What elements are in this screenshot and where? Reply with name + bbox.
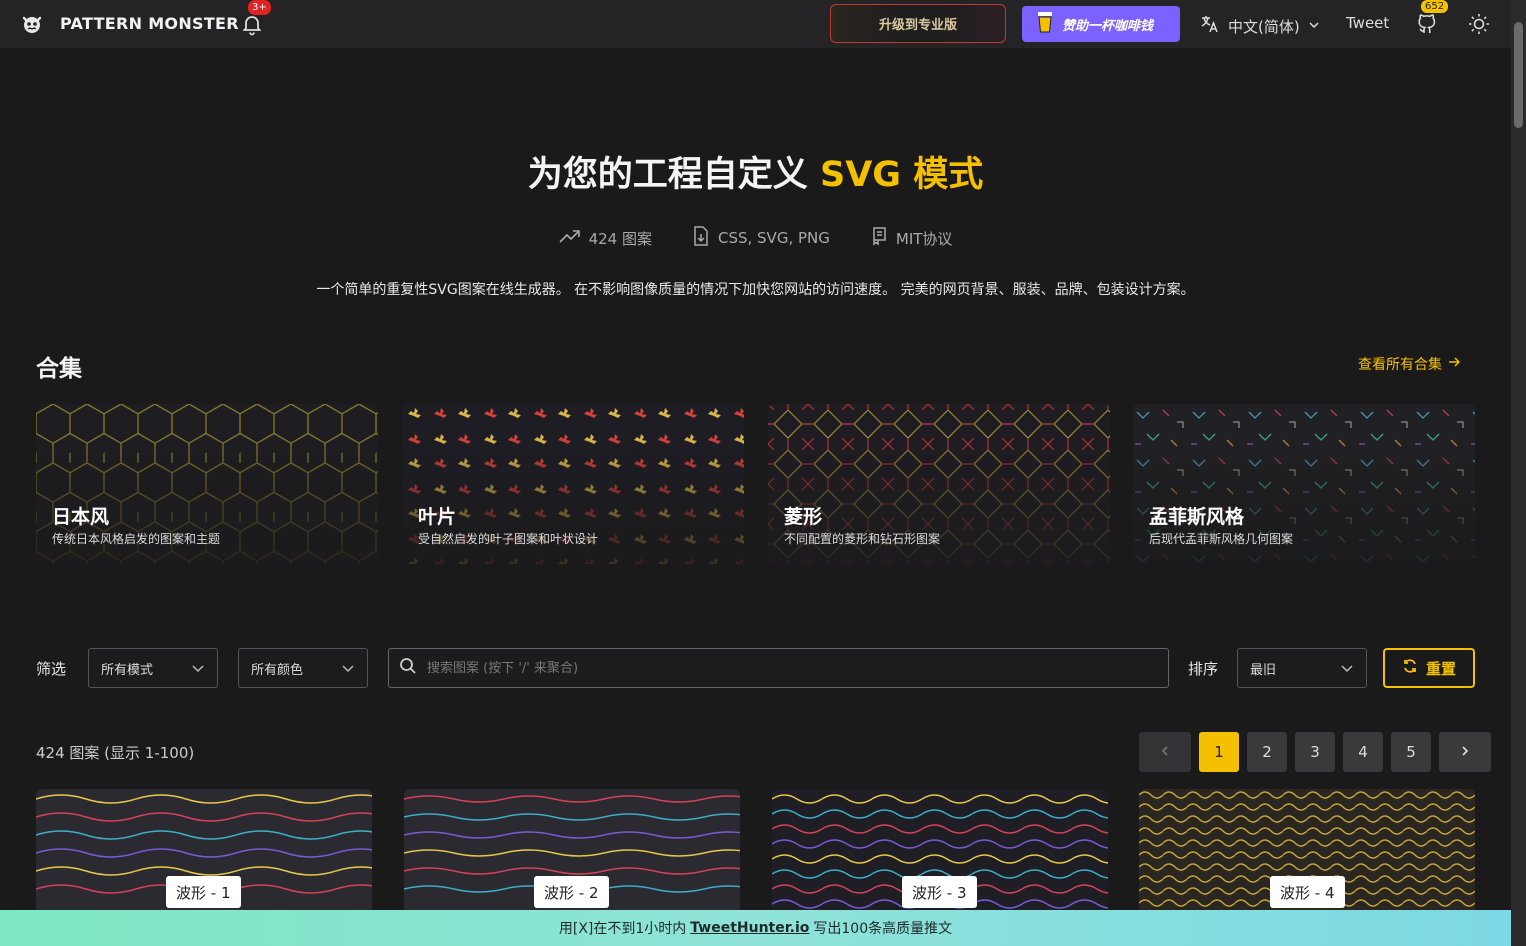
license-icon (870, 226, 888, 250)
next-page-button[interactable] (1439, 732, 1491, 772)
collection-subtitle: 传统日本风格启发的图案和主题 (52, 532, 221, 546)
stat-formats: CSS, SVG, PNG (692, 226, 830, 250)
github-icon[interactable] (1416, 12, 1438, 40)
buy-coffee-button[interactable]: 赞助一杯咖啡钱 (1022, 6, 1180, 42)
arrow-right-icon (1448, 356, 1461, 372)
banner-prefix: 用[X]在不到1小时内 (558, 921, 687, 937)
collection-subtitle: 不同配置的菱形和钻石形图案 (784, 532, 941, 546)
chevron-down-icon (1308, 17, 1320, 35)
stat-license-label: MIT协议 (895, 229, 953, 248)
refresh-icon (1402, 658, 1418, 678)
sort-select[interactable]: 最旧 (1237, 648, 1367, 688)
collection-subtitle: 后现代孟菲斯风格几何图案 (1149, 532, 1294, 546)
title-main: 为您的工程自定义 (527, 155, 820, 195)
tweet-link[interactable]: Tweet (1346, 14, 1389, 32)
see-all-collections-link[interactable]: 查看所有合集 (1358, 354, 1461, 374)
stat-patterns-label: 424 图案 (588, 229, 652, 248)
mode-select[interactable]: 所有模式 (88, 648, 218, 688)
collection-card-rhombus[interactable]: 菱形 不同配置的菱形和钻石形图案 (768, 404, 1110, 564)
page-button-5[interactable]: 5 (1391, 732, 1431, 772)
search-icon (399, 657, 417, 679)
color-select[interactable]: 所有颜色 (238, 648, 368, 688)
collection-title: 菱形 (784, 506, 823, 528)
sun-icon[interactable] (1467, 12, 1491, 40)
pattern-card-label: 波形 - 2 (534, 876, 609, 908)
promo-banner: 用[X]在不到1小时内 TweetHunter.io 写出100条高质量推文 (0, 910, 1511, 946)
search-input[interactable] (427, 660, 1127, 676)
collection-card-memphis[interactable]: 孟菲斯风格 后现代孟菲斯风格几何图案 (1133, 404, 1475, 564)
title-accent: SVG 模式 (819, 155, 984, 195)
chevron-down-icon (1340, 661, 1354, 679)
notification-badge: 3+ (248, 0, 271, 15)
chevron-left-icon (1159, 743, 1171, 761)
stat-formats-label: CSS, SVG, PNG (717, 229, 830, 247)
pattern-card-label: 波形 - 1 (166, 876, 241, 908)
chevron-down-icon (191, 661, 205, 679)
filter-label: 筛选 (36, 660, 67, 678)
reset-button[interactable]: 重置 (1383, 648, 1475, 688)
file-download-icon (692, 226, 710, 250)
pattern-card-label: 波形 - 3 (902, 876, 977, 908)
coffee-label: 赞助一杯咖啡钱 (1062, 18, 1154, 34)
monster-logo-icon[interactable] (20, 12, 44, 36)
scrollbar-thumb[interactable] (1514, 22, 1523, 128)
sort-select-value: 最旧 (1250, 662, 1277, 678)
page-button-4[interactable]: 4 (1343, 732, 1383, 772)
search-box[interactable] (388, 648, 1169, 688)
collection-subtitle: 受自然启发的叶子图案和叶状设计 (418, 532, 599, 546)
language-label: 中文(简体) (1228, 17, 1300, 36)
collection-title: 叶片 (418, 506, 457, 528)
chevron-down-icon (341, 661, 355, 679)
hero-description: 一个简单的重复性SVG图案在线生成器。 在不影响图像质量的情况下加快您网站的访问… (316, 282, 1195, 298)
page-button-2[interactable]: 2 (1247, 732, 1287, 772)
results-count: 424 图案 (显示 1-100) (36, 744, 195, 762)
notification-bell-icon[interactable] (240, 12, 264, 40)
coffee-cup-icon (1036, 11, 1054, 37)
see-all-label: 查看所有合集 (1358, 357, 1442, 373)
stat-license: MIT协议 (870, 226, 953, 250)
page-title: 为您的工程自定义 SVG 模式 (0, 146, 1511, 197)
trending-up-icon (559, 228, 581, 248)
stat-patterns: 424 图案 (559, 226, 652, 250)
language-selector[interactable]: 中文(简体) (1200, 14, 1320, 38)
color-select-value: 所有颜色 (251, 662, 304, 678)
sort-label: 排序 (1188, 660, 1219, 678)
upgrade-pro-button[interactable]: 升级到专业版 (830, 4, 1006, 43)
github-stars-badge: 652 (1421, 0, 1449, 13)
page-button-1[interactable]: 1 (1199, 732, 1239, 772)
collection-title: 日本风 (52, 506, 110, 528)
mode-select-value: 所有模式 (101, 662, 154, 678)
page-button-3[interactable]: 3 (1295, 732, 1335, 772)
stats-row: 424 图案 CSS, SVG, PNG MIT协议 (0, 226, 1511, 250)
collection-card-leaves[interactable]: 叶片 受自然启发的叶子图案和叶状设计 (402, 404, 744, 564)
banner-suffix: 写出100条高质量推文 (813, 921, 953, 937)
pagination: 1 2 3 4 5 (1139, 732, 1491, 772)
prev-page-button[interactable] (1139, 732, 1191, 772)
pattern-card-label: 波形 - 4 (1270, 876, 1345, 908)
reset-label: 重置 (1425, 659, 1456, 678)
tweethunter-link[interactable]: TweetHunter.io (690, 920, 809, 936)
brand-name[interactable]: PATTERN MONSTER (60, 14, 239, 33)
collections-heading: 合集 (36, 356, 82, 382)
chevron-right-icon (1459, 743, 1471, 761)
collection-title: 孟菲斯风格 (1149, 506, 1245, 528)
scrollbar-track[interactable] (1511, 0, 1526, 946)
translate-icon (1200, 14, 1220, 38)
collection-card-japanese[interactable]: 日本风 传统日本风格启发的图案和主题 (36, 404, 378, 564)
